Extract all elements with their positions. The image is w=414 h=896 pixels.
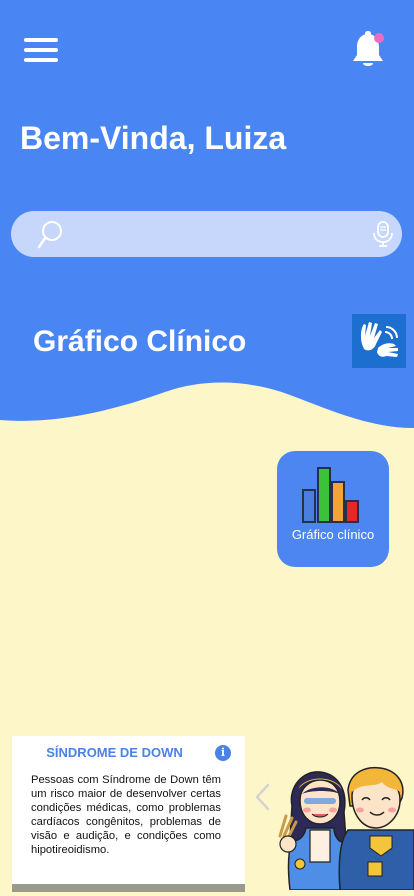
hamburger-menu-icon[interactable] [24,36,60,64]
notification-button[interactable] [350,30,386,70]
shortcut-label: Gráfico clínico [291,527,375,542]
search-input[interactable] [67,211,357,257]
info-card-shadow [12,884,245,892]
info-icon[interactable]: i [215,745,231,761]
info-card-title: SÍNDROME DE DOWN [46,745,183,760]
notification-dot [374,33,384,43]
info-card: SÍNDROME DE DOWN i Pessoas com Síndrome … [12,736,245,892]
microphone-icon[interactable] [371,220,395,248]
clinical-chart-shortcut[interactable]: Gráfico clínico [277,451,389,567]
magnifier-icon[interactable] [37,220,63,250]
bar-chart-icon [302,467,359,523]
section-title: Gráfico Clínico [33,325,247,358]
greeting-title: Bem-Vinda, Luiza [20,120,287,156]
search-bar[interactable] [11,211,402,257]
sign-language-icon [360,322,398,357]
children-illustration [278,766,414,890]
info-card-text: Pessoas com Síndrome de Down têm um risc… [31,774,221,856]
sign-language-button[interactable] [352,314,406,368]
